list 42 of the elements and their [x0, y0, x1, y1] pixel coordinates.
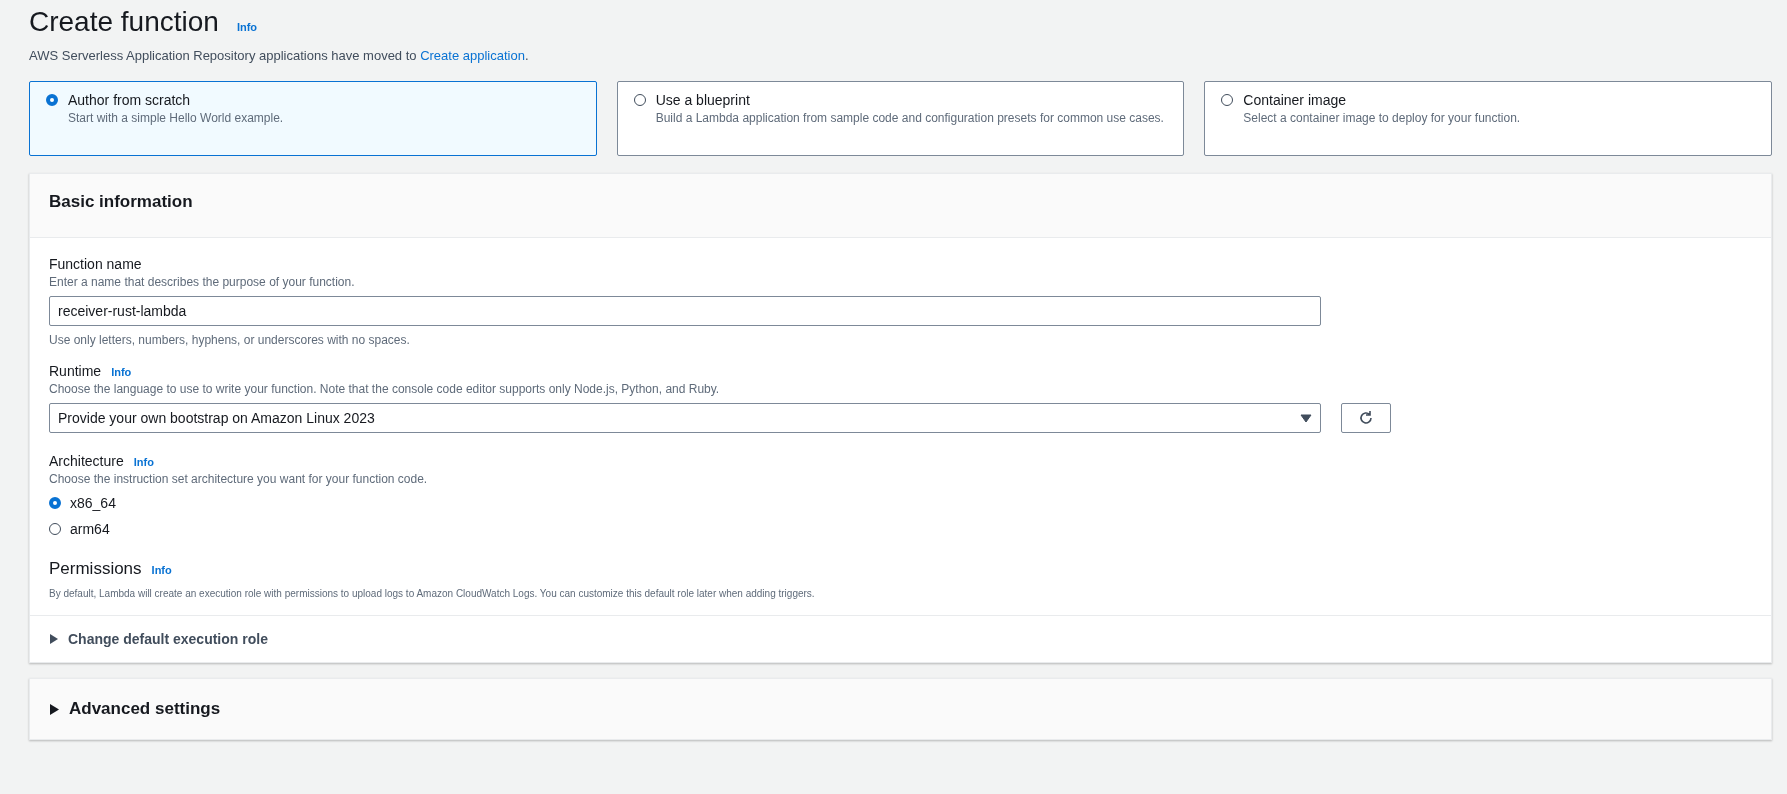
radio-button[interactable] — [49, 497, 61, 509]
triangle-icon — [49, 633, 59, 645]
section-label: Permissions — [49, 559, 142, 579]
option-card[interactable]: Author from scratch Start with a simple Hello World example. — [29, 81, 597, 156]
radio-button[interactable] — [46, 94, 58, 106]
expander-toggle[interactable]: Change default execution role — [49, 631, 268, 647]
field-constraint: Use only letters, numbers, hyphens, or underscores with no spaces. — [49, 333, 411, 347]
radio-button[interactable] — [633, 94, 646, 106]
radio-label: x86_64 — [70, 495, 116, 511]
create-application-link[interactable]: Create application — [420, 48, 525, 63]
field-description: Choose the instruction set architecture you want for your function code. — [49, 472, 429, 486]
option-card[interactable]: Container image Select a container image to deploy for your function. — [1204, 81, 1772, 156]
runtime-select[interactable]: Provide your own bootstrap on Amazon Linux 2023 — [49, 403, 1321, 433]
option-description: Select a container image to deploy for your function. — [1243, 111, 1521, 126]
triangle-icon — [49, 702, 60, 716]
caret-icon — [1300, 413, 1312, 423]
info-link[interactable]: Info — [133, 456, 154, 468]
radio-button[interactable] — [1221, 94, 1234, 106]
refresh-icon — [1357, 409, 1375, 427]
refresh-button[interactable] — [1341, 403, 1391, 433]
page-title: Create function — [29, 6, 219, 38]
permissions-description: By default, Lambda will create an execution role with permissions to upload logs to Amazon CloudWatch Logs. You can customize this default role later when adding triggers. — [49, 588, 816, 599]
field-label: Function name — [49, 256, 143, 272]
option-title: Use a blueprint — [655, 92, 751, 108]
radio-label: arm64 — [70, 521, 110, 537]
info-link[interactable]: Info — [151, 564, 172, 576]
field-description: Choose the language to use to write your function. Note that the console code editor supports only Node.js, Python, and Ruby. — [49, 382, 721, 396]
function-name-input[interactable]: receiver-rust-lambda — [49, 296, 1321, 326]
expander-toggle[interactable]: Advanced settings — [49, 699, 221, 719]
option-description: Start with a simple Hello World example. — [68, 111, 284, 126]
option-description: Build a Lambda application from sample code and configuration presets for common use cases. — [655, 111, 1164, 126]
field-label: Runtime — [49, 363, 102, 379]
notice-text: AWS Serverless Application Repository applications have moved to Create application. — [29, 48, 530, 63]
panel-title: Basic information — [49, 192, 194, 212]
option-card[interactable]: Use a blueprint Build a Lambda application from sample code and configuration presets for common use cases. — [616, 81, 1185, 156]
info-link[interactable]: Info — [236, 21, 258, 33]
radio-button[interactable] — [49, 523, 61, 535]
option-title: Container image — [1243, 92, 1348, 108]
info-link[interactable]: Info — [111, 366, 132, 378]
option-title: Author from scratch — [68, 92, 192, 108]
field-description: Enter a name that describes the purpose of your function. — [49, 275, 356, 289]
field-label: Architecture — [49, 453, 124, 469]
